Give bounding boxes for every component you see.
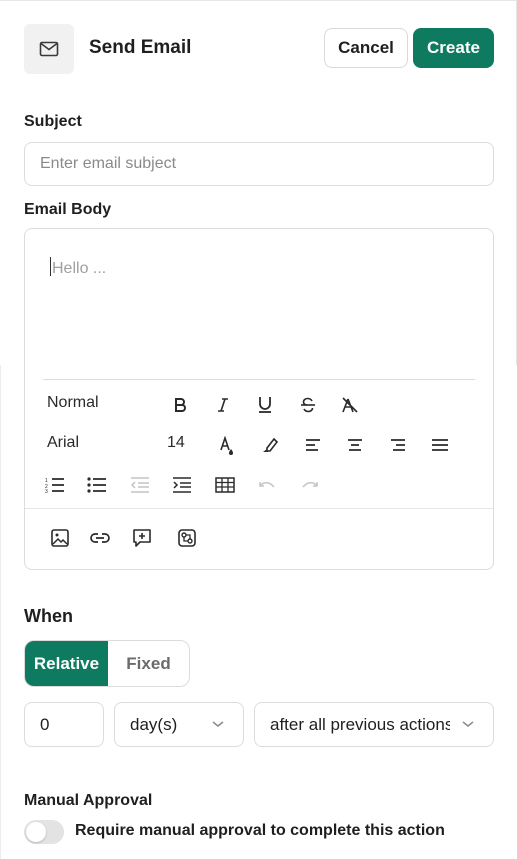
align-left-icon[interactable] xyxy=(301,433,325,457)
align-center-icon[interactable] xyxy=(343,433,367,457)
reference-select[interactable]: after all previous actions xyxy=(254,702,494,747)
numbered-list-icon[interactable]: 123 xyxy=(43,473,67,497)
email-body-placeholder: Hello ... xyxy=(52,260,107,277)
page-title: Send Email xyxy=(89,37,192,58)
toolbar-divider xyxy=(43,379,475,380)
when-mode-toggle: Relative Fixed xyxy=(24,640,190,687)
manual-approval-toggle[interactable] xyxy=(24,820,64,844)
amount-input[interactable]: 0 xyxy=(24,702,104,747)
top-border xyxy=(0,0,517,4)
text-caret xyxy=(50,257,51,276)
unit-value: day(s) xyxy=(130,714,178,734)
manual-approval-toggle-label: Require manual approval to complete this… xyxy=(75,822,445,839)
paragraph-style-select[interactable]: Normal xyxy=(47,394,99,412)
insert-toolbar xyxy=(25,526,495,554)
bold-icon[interactable] xyxy=(168,393,192,417)
when-label: When xyxy=(24,606,73,626)
variable-icon[interactable] xyxy=(175,526,199,550)
indent-icon[interactable] xyxy=(170,473,194,497)
email-body-editor[interactable]: Hello ... Normal Arial 14 1 2 3 xyxy=(24,228,494,570)
toolbar-row-2: Arial 14 xyxy=(25,431,495,459)
toggle-knob xyxy=(26,822,46,842)
table-icon[interactable] xyxy=(213,473,237,497)
add-comment-icon[interactable] xyxy=(130,526,154,550)
subject-input[interactable] xyxy=(24,142,494,186)
header: Send Email Cancel Create xyxy=(24,24,494,74)
image-icon[interactable] xyxy=(48,526,72,550)
insert-toolbar-divider xyxy=(25,508,493,509)
clear-format-icon[interactable] xyxy=(338,393,362,417)
mail-icon xyxy=(24,24,74,74)
undo-icon[interactable] xyxy=(255,474,279,498)
manual-approval-label: Manual Approval xyxy=(24,792,153,809)
align-right-icon[interactable] xyxy=(386,433,410,457)
toolbar-row-1: Normal xyxy=(25,391,495,419)
toolbar-row-3: 123 xyxy=(25,471,495,499)
email-body-input[interactable]: Hello ... xyxy=(50,257,106,278)
relative-option[interactable]: Relative xyxy=(25,641,108,686)
subject-label: Subject xyxy=(24,113,82,130)
strikethrough-icon[interactable] xyxy=(296,393,320,417)
italic-icon[interactable] xyxy=(211,393,235,417)
redo-icon[interactable] xyxy=(298,474,322,498)
highlight-icon[interactable] xyxy=(258,433,282,457)
font-family-select[interactable]: Arial xyxy=(47,434,79,452)
amount-value: 0 xyxy=(40,714,50,734)
email-body-label: Email Body xyxy=(24,201,112,218)
bulleted-list-icon[interactable] xyxy=(85,473,109,497)
text-color-icon[interactable] xyxy=(215,434,239,458)
align-justify-icon[interactable] xyxy=(428,433,452,457)
fixed-option[interactable]: Fixed xyxy=(108,641,189,686)
font-size-select[interactable]: 14 xyxy=(167,434,185,452)
reference-value: after all previous actions xyxy=(270,714,450,734)
chevron-down-icon xyxy=(462,721,474,727)
unit-select[interactable]: day(s) xyxy=(114,702,244,747)
left-border xyxy=(0,365,1,859)
outdent-icon[interactable] xyxy=(128,473,152,497)
create-button[interactable]: Create xyxy=(413,28,494,68)
underline-icon[interactable] xyxy=(253,393,277,417)
link-icon[interactable] xyxy=(88,526,112,550)
chevron-down-icon xyxy=(212,721,224,727)
svg-text:3: 3 xyxy=(45,489,48,493)
cancel-button[interactable]: Cancel xyxy=(324,28,408,68)
